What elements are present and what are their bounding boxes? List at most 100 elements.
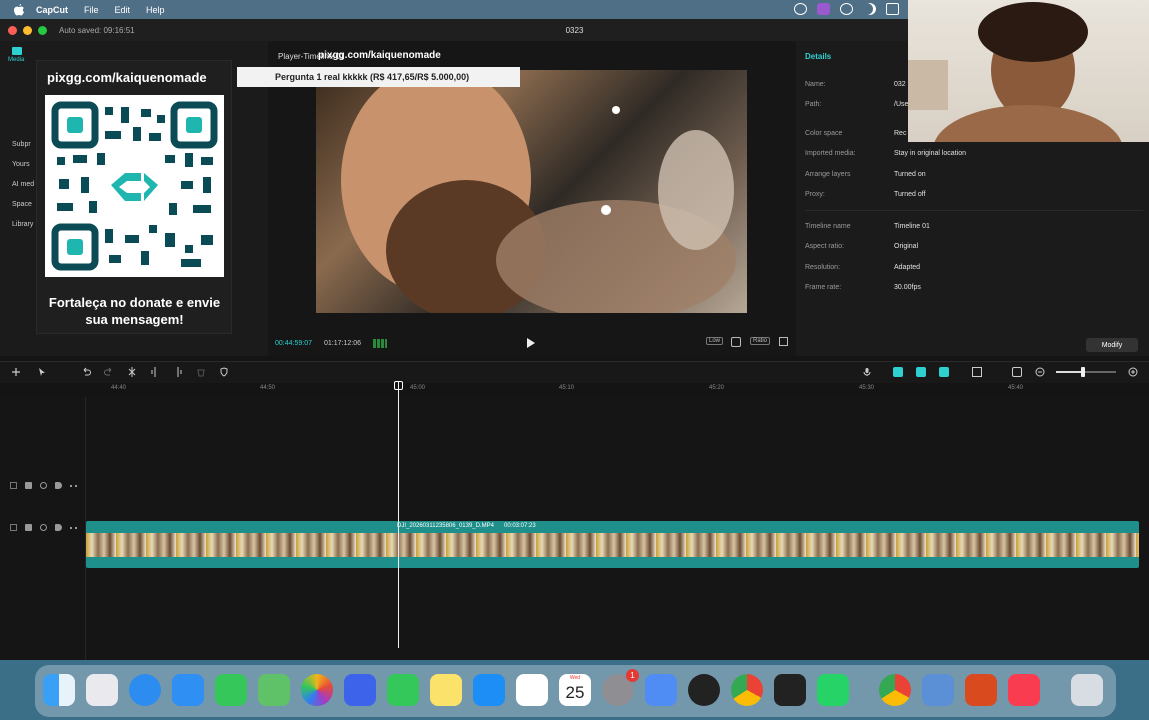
snap-icon[interactable] bbox=[939, 367, 949, 377]
window-icon[interactable] bbox=[886, 3, 899, 15]
speaker-icon[interactable] bbox=[55, 524, 62, 531]
trash-icon[interactable] bbox=[1071, 674, 1103, 706]
calendar-icon[interactable]: Wed 25 bbox=[559, 674, 591, 706]
play-icon[interactable] bbox=[526, 337, 536, 349]
modify-button[interactable]: Modify bbox=[1086, 338, 1138, 352]
current-timecode: 00:44:59:07 bbox=[275, 340, 312, 347]
trim-right-icon[interactable] bbox=[173, 367, 183, 377]
delete-icon[interactable] bbox=[196, 367, 206, 377]
screen-record-icon[interactable] bbox=[817, 3, 830, 15]
total-duration: 01:17:12:06 bbox=[324, 340, 361, 347]
whatsapp-icon[interactable] bbox=[817, 674, 849, 706]
timeline-ruler[interactable]: 44:40 44:50 45:00 45:10 45:20 45:30 45:4… bbox=[86, 383, 1149, 397]
nav-library[interactable]: Library bbox=[12, 221, 34, 228]
finder-alt-icon[interactable] bbox=[922, 674, 954, 706]
fit-icon[interactable] bbox=[1012, 367, 1022, 377]
fullscreen-icon[interactable] bbox=[779, 337, 788, 346]
zoom-in-icon[interactable] bbox=[1128, 367, 1138, 377]
add-icon[interactable] bbox=[11, 367, 21, 377]
nav-subpr[interactable]: Subpr bbox=[12, 141, 34, 148]
mail-icon[interactable] bbox=[172, 674, 204, 706]
detail-value: Timeline 01 bbox=[894, 223, 930, 230]
player-panel: Player-Timeline 01 pixgg.com/kaiquenomad… bbox=[237, 41, 796, 356]
preview-axis-icon[interactable] bbox=[972, 367, 982, 377]
track-icon[interactable] bbox=[10, 482, 17, 489]
select-tool-icon[interactable] bbox=[37, 367, 47, 377]
nav-ai-media[interactable]: AI med bbox=[12, 181, 34, 188]
menu-help[interactable]: Help bbox=[146, 5, 165, 15]
maps-icon[interactable] bbox=[258, 674, 290, 706]
app-store-icon[interactable] bbox=[473, 674, 505, 706]
music-icon[interactable] bbox=[1008, 674, 1040, 706]
nordvpn-icon[interactable] bbox=[344, 674, 376, 706]
status-icon-1[interactable] bbox=[794, 3, 807, 15]
lock-icon[interactable] bbox=[25, 524, 32, 531]
zoom-slider[interactable] bbox=[1056, 367, 1116, 377]
speaker-icon[interactable] bbox=[55, 482, 62, 489]
undo-icon[interactable] bbox=[81, 367, 91, 377]
more-icon[interactable] bbox=[70, 485, 77, 492]
obs-icon[interactable] bbox=[688, 674, 720, 706]
detail-label: Frame rate: bbox=[805, 284, 842, 291]
system-settings-icon[interactable]: 1 bbox=[602, 669, 639, 706]
calendar-date: 25 bbox=[565, 683, 585, 702]
eye-icon[interactable] bbox=[40, 482, 47, 489]
media-icon[interactable] bbox=[12, 47, 22, 55]
detail-label: Imported media: bbox=[805, 150, 856, 157]
zoom-slider-handle[interactable] bbox=[1081, 367, 1085, 377]
chrome-icon[interactable] bbox=[879, 674, 911, 706]
detail-value[interactable]: Turned off bbox=[894, 191, 926, 198]
davinci-resolve-icon[interactable] bbox=[774, 674, 806, 706]
ruler-tick: 45:10 bbox=[559, 385, 575, 391]
more-icon[interactable] bbox=[70, 527, 77, 534]
eye-icon[interactable] bbox=[40, 524, 47, 531]
menu-app-name[interactable]: CapCut bbox=[36, 5, 68, 15]
dock: Wed 25 1 bbox=[35, 665, 1116, 717]
capcut-icon[interactable] bbox=[516, 674, 548, 706]
notes-icon[interactable] bbox=[430, 674, 462, 706]
nav-yours[interactable]: Yours bbox=[12, 161, 34, 168]
photos-icon[interactable] bbox=[301, 674, 333, 706]
simulator-icon[interactable] bbox=[645, 674, 677, 706]
detail-value: 032 bbox=[894, 81, 906, 88]
split-icon[interactable] bbox=[127, 367, 137, 377]
menu-edit[interactable]: Edit bbox=[115, 5, 131, 15]
launchpad-icon[interactable] bbox=[86, 674, 118, 706]
detail-label: Color space bbox=[805, 130, 843, 137]
tab-media[interactable]: Media bbox=[8, 57, 38, 63]
nav-space[interactable]: Space bbox=[12, 201, 34, 208]
shield-icon[interactable] bbox=[219, 367, 229, 377]
facetime-icon[interactable] bbox=[387, 674, 419, 706]
clip-name: DJI_20260311235806_0139_D.MP4 bbox=[397, 523, 494, 529]
redo-icon[interactable] bbox=[104, 367, 114, 377]
apple-icon[interactable] bbox=[12, 3, 26, 17]
video-clip[interactable]: DJI_20260311235806_0139_D.MP4 00:03:07:2… bbox=[86, 521, 1139, 568]
link-icon[interactable] bbox=[893, 367, 903, 377]
magnet-icon[interactable] bbox=[916, 367, 926, 377]
microphone-icon[interactable] bbox=[862, 367, 872, 377]
messages-icon[interactable] bbox=[215, 674, 247, 706]
donation-message: Fortaleça no donate e envie sua mensagem… bbox=[48, 295, 221, 327]
detail-value[interactable]: Turned on bbox=[894, 171, 926, 178]
trim-left-icon[interactable] bbox=[150, 367, 160, 377]
finder-icon[interactable] bbox=[43, 674, 75, 706]
quality-low-button[interactable]: Low bbox=[706, 337, 724, 345]
detail-label: Resolution: bbox=[805, 264, 841, 271]
play-status-icon[interactable] bbox=[840, 3, 853, 15]
ratio-button[interactable]: Ratio bbox=[750, 337, 771, 345]
playhead[interactable] bbox=[398, 382, 399, 648]
safari-icon[interactable] bbox=[129, 674, 161, 706]
playhead-handle[interactable] bbox=[394, 381, 403, 390]
track-icon[interactable] bbox=[10, 524, 17, 531]
crop-icon[interactable] bbox=[731, 337, 741, 347]
moon-icon[interactable] bbox=[863, 3, 876, 15]
chrome-icon[interactable] bbox=[731, 674, 763, 706]
menu-file[interactable]: File bbox=[84, 5, 99, 15]
detail-label: Arrange layers bbox=[805, 171, 851, 178]
lock-icon[interactable] bbox=[25, 482, 32, 489]
player-overlay-url: pixgg.com/kaiquenomade bbox=[318, 50, 441, 61]
zoom-out-icon[interactable] bbox=[1035, 367, 1045, 377]
filezilla-icon[interactable] bbox=[965, 674, 997, 706]
video-preview[interactable] bbox=[316, 70, 747, 313]
qr-code-image bbox=[45, 95, 224, 277]
